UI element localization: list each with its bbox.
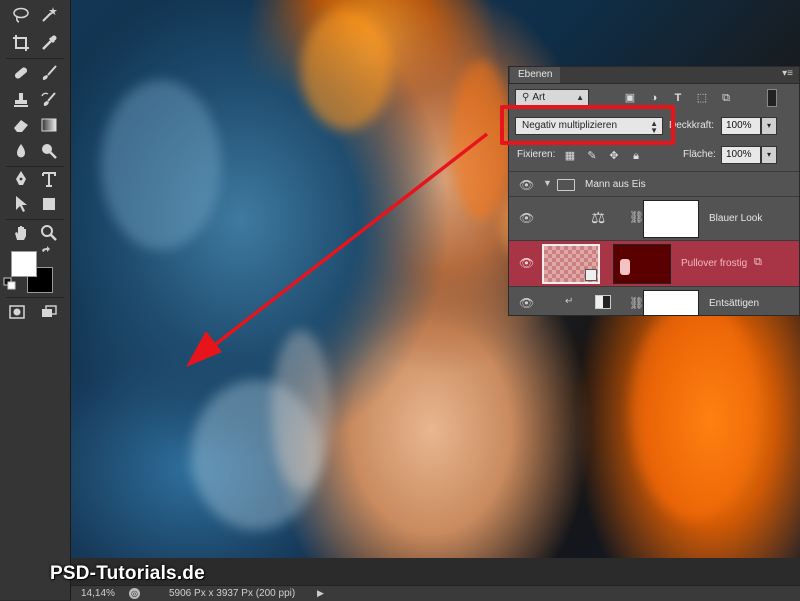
visibility-eye-icon[interactable]: 👁︎ [519,256,534,270]
link-chain-icon[interactable]: ⛓ [629,210,644,224]
filter-kind-value: Art [532,92,546,103]
quick-mask-icon[interactable] [5,301,29,323]
layer-name: Pullover frostig [681,258,748,269]
layer-row-adjustment-2[interactable]: 👁︎ ↵ ⛓ Entsättigen [509,286,799,316]
brush-tool-icon[interactable] [37,62,61,84]
layer-name: Blauer Look [709,213,763,224]
filter-shape-icon[interactable]: ⬚ [695,92,709,104]
document-dimensions: 5906 Px x 3937 Px (200 ppi) [169,588,296,599]
panel-menu-icon[interactable]: ▾≡ [782,68,793,79]
visibility-eye-icon[interactable]: 👁︎ [519,178,534,192]
zoom-level[interactable]: 14,14% [81,586,115,601]
fill-input[interactable]: 100% [721,146,761,164]
visibility-eye-icon[interactable]: 👁︎ [519,296,534,310]
gradient-tool-icon[interactable] [37,114,61,136]
path-selection-tool-icon[interactable] [9,193,33,215]
blur-tool-icon[interactable] [9,140,33,162]
filter-pixel-icon[interactable]: ▣ [623,92,637,104]
filter-toggle-switch[interactable] [767,89,777,107]
mask-shape-icon [620,259,630,275]
opacity-label: Deckkraft: [669,120,715,131]
blend-mode-value: Negativ multiplizieren [522,120,618,131]
pen-tool-icon[interactable] [9,168,33,190]
dropdown-arrows-icon: ▲ [576,93,584,102]
smart-object-badge-icon [585,269,597,281]
link-chain-icon[interactable]: ⛓ [629,296,644,310]
status-menu-arrow-icon[interactable]: ▶ [317,586,324,601]
watermark-logo: PSD-Tutorials.de [50,563,205,584]
eyedropper-tool-icon[interactable] [37,32,61,54]
layers-panel: Ebenen ▾≡ ⚲ Art ▲ ▣ ◑ T ⬚ ⧉ Negativ multi… [508,66,800,316]
hue-saturation-icon [595,295,611,309]
crop-tool-icon[interactable] [9,32,33,54]
filter-adjustment-icon[interactable]: ◑ [647,92,661,104]
lasso-tool-icon[interactable] [9,4,33,26]
layer-thumbnail[interactable] [542,244,600,284]
layer-row-selected[interactable]: 👁︎ Pullover frostig ⧉ [509,240,799,286]
search-icon: ⚲ [522,92,530,103]
tab-layers[interactable]: Ebenen [510,67,561,83]
tools-panel [0,0,71,600]
lock-all-icon[interactable]: 🔒︎ [629,150,643,162]
zoom-tool-icon[interactable] [37,222,61,244]
opacity-slider-button[interactable]: ▾ [761,117,777,135]
healing-brush-tool-icon[interactable] [9,62,33,84]
layer-mask-thumbnail[interactable] [613,244,671,284]
layer-name: Entsättigen [709,298,760,309]
hand-tool-icon[interactable] [9,222,33,244]
visibility-eye-icon[interactable]: 👁︎ [519,211,534,225]
magic-wand-tool-icon[interactable] [37,4,61,26]
opacity-input[interactable]: 100% [721,117,761,135]
lock-transparent-icon[interactable]: ▦ [563,150,577,162]
color-balance-icon: ⚖ [591,210,606,227]
dropdown-arrows-icon: ▲ ▼ [650,119,658,135]
folder-icon [557,179,575,191]
status-bar: 14,14% ◎ 5906 Px x 3937 Px (200 ppi) ▶ [71,585,800,601]
layer-mask-thumbnail[interactable] [643,290,699,316]
layer-row-group[interactable]: 👁︎ ▼ Mann aus Eis [509,171,799,196]
fill-slider-button[interactable]: ▾ [761,146,777,164]
default-colors-icon[interactable] [3,277,17,291]
lock-pixels-icon[interactable]: ✎ [585,150,599,162]
fill-label: Fläche: [683,149,716,160]
clipping-icon: ⧉ [754,256,762,268]
blend-mode-dropdown[interactable]: Negativ multiplizieren ▲ ▼ [515,117,663,135]
swap-colors-icon[interactable] [40,246,54,260]
layer-name: Mann aus Eis [585,179,646,190]
filter-type-icon[interactable]: T [671,92,685,104]
layer-filter-dropdown[interactable]: ⚲ Art ▲ [515,89,589,107]
panel-header: Ebenen ▾≡ [509,67,799,84]
screen-mode-icon[interactable] [37,301,61,323]
filter-smart-object-icon[interactable]: ⧉ [719,92,733,104]
rectangle-tool-icon[interactable] [37,193,61,215]
dodge-tool-icon[interactable] [37,140,61,162]
group-expand-chevron-icon[interactable]: ▼ [543,178,552,188]
type-tool-icon[interactable] [37,168,61,190]
layer-row-adjustment[interactable]: 👁︎ ⚖ ⛓ Blauer Look [509,196,799,240]
history-brush-tool-icon[interactable] [37,89,61,111]
lock-label: Fixieren: [517,149,556,160]
clone-stamp-tool-icon[interactable] [9,89,33,111]
clip-arrow-icon: ↵ [565,296,574,307]
lock-position-icon[interactable]: ✥ [607,150,621,162]
document-info-icon[interactable]: ◎ [129,588,140,599]
foreground-color-swatch[interactable] [11,251,37,277]
eraser-tool-icon[interactable] [9,114,33,136]
layer-mask-thumbnail[interactable] [643,200,699,238]
